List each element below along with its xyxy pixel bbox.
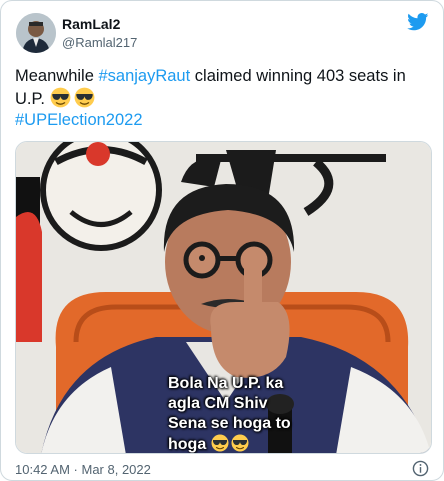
- hashtag-sanjayraut-link[interactable]: #sanjayRaut: [98, 67, 190, 85]
- sunglasses-emoji-icon: [211, 434, 229, 452]
- avatar[interactable]: [16, 13, 56, 53]
- sunglasses-emoji-icon: [231, 434, 249, 452]
- tweet-timestamp[interactable]: 10:42 AM · Mar 8, 2022: [15, 462, 151, 477]
- tweet-text-prefix: Meanwhile: [15, 67, 99, 85]
- tweet-date: Mar 8, 2022: [81, 462, 151, 477]
- meme-caption: Bola Na U.P. ka agla CM Shiv Sena se hog…: [168, 374, 291, 453]
- display-name[interactable]: RamLal2: [62, 16, 120, 32]
- separator-dot: ·: [69, 462, 82, 477]
- tweet-media-image[interactable]: Bola Na U.P. ka agla CM Shiv Sena se hog…: [15, 141, 432, 454]
- info-icon[interactable]: [412, 460, 429, 477]
- tweet-card: RamLal2 @Ramlal217 Meanwhile #sanjayRaut…: [0, 0, 444, 481]
- meme-caption-line: agla CM Shiv: [168, 395, 268, 412]
- meme-caption-line: hoga: [168, 436, 211, 453]
- meme-caption-line: Sena se hoga to: [168, 415, 291, 432]
- tweet-time: 10:42 AM: [15, 462, 70, 477]
- twitter-bird-icon[interactable]: [407, 13, 429, 31]
- user-handle[interactable]: @Ramlal217: [62, 35, 137, 50]
- sunglasses-emoji-icon: [74, 87, 95, 108]
- tweet-text: Meanwhile #sanjayRaut claimed winning 40…: [15, 66, 429, 131]
- meme-caption-line: Bola Na U.P. ka: [168, 375, 284, 392]
- hashtag-upelection2022-link[interactable]: #UPElection2022: [15, 111, 143, 129]
- sunglasses-emoji-icon: [50, 87, 71, 108]
